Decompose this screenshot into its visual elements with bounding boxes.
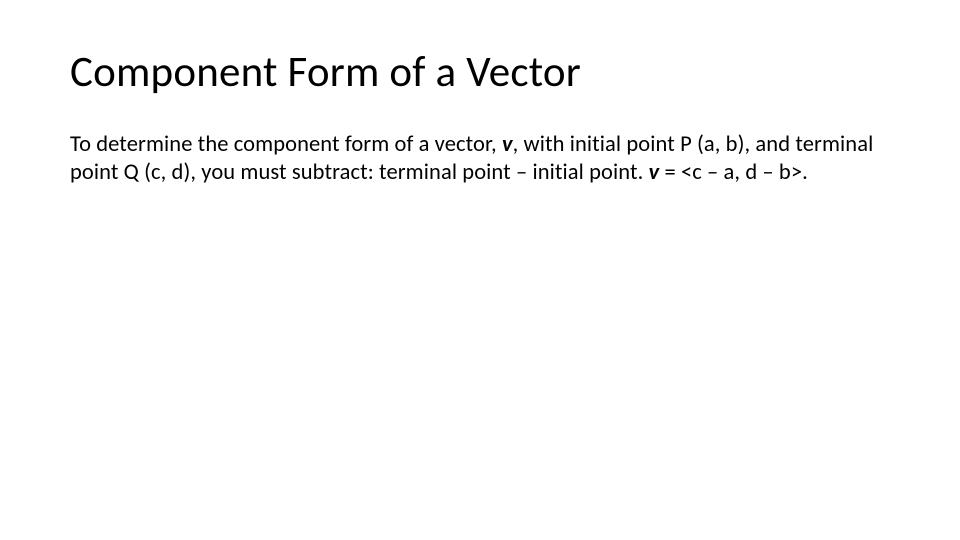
vector-symbol-1: v <box>502 131 513 158</box>
body-text-3: = <c – a, d – b>. <box>659 159 808 186</box>
vector-symbol-2: v <box>649 159 660 186</box>
body-text-1: To determine the component form of a vec… <box>70 131 502 158</box>
slide-title: Component Form of a Vector <box>70 48 890 95</box>
slide: Component Form of a Vector To determine … <box>0 0 960 540</box>
slide-body: To determine the component form of a vec… <box>70 131 890 186</box>
